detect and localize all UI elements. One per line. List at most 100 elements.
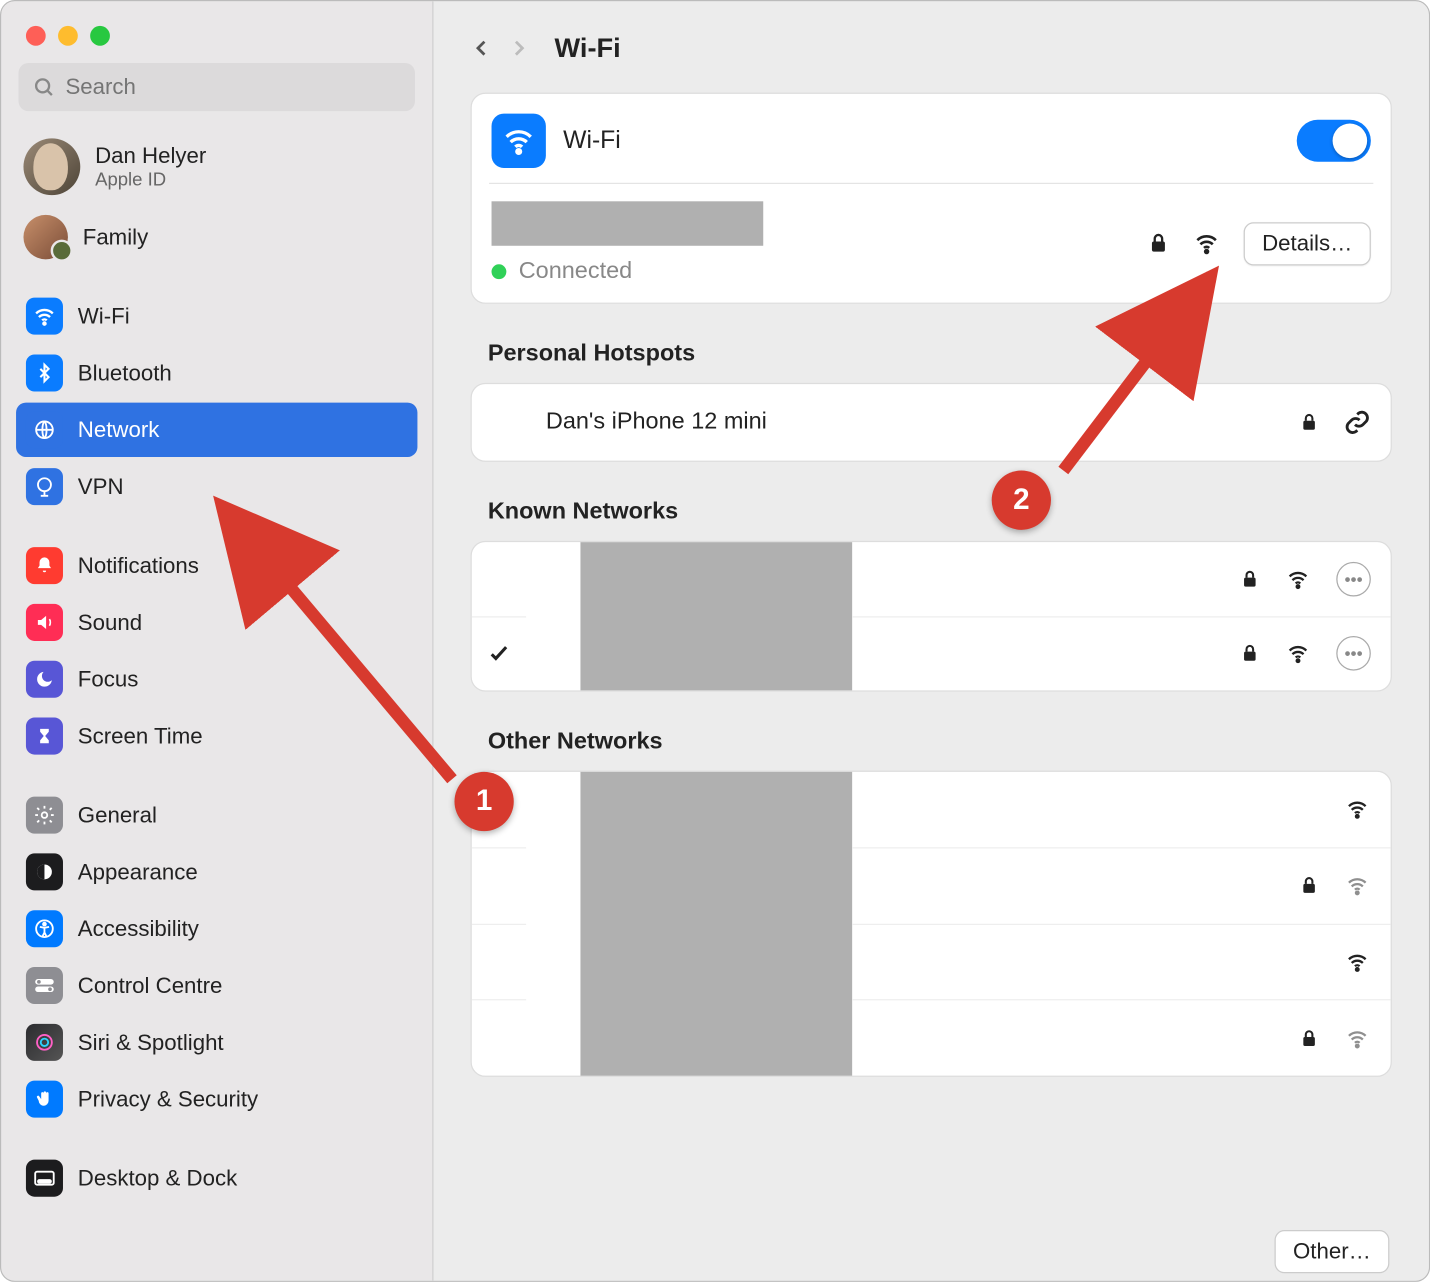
other-network-row[interactable] (852, 848, 1390, 924)
wifi-icon (492, 114, 546, 168)
annotation-badge-2: 2 (992, 471, 1051, 530)
siri-icon (26, 1024, 63, 1061)
lock-icon (1299, 411, 1319, 433)
other-network-row[interactable] (852, 924, 1390, 1000)
sidebar-item-sound[interactable]: Sound (16, 595, 417, 649)
forward-button[interactable] (508, 33, 530, 63)
sidebar: Dan Helyer Apple ID Family Wi-Fi B (1, 1, 433, 1280)
sidebar-item-siri[interactable]: Siri & Spotlight (16, 1015, 417, 1069)
lock-icon (1299, 875, 1319, 897)
sidebar-item-label: General (78, 802, 157, 828)
sidebar-item-label: Accessibility (78, 916, 199, 942)
sidebar-item-wifi[interactable]: Wi-Fi (16, 289, 417, 343)
toggles-icon (26, 967, 63, 1004)
account-name: Dan Helyer (95, 143, 206, 169)
sidebar-item-label: Siri & Spotlight (78, 1029, 224, 1055)
bell-icon (26, 547, 63, 584)
fullscreen-window-button[interactable] (90, 26, 110, 46)
sidebar-item-label: Bluetooth (78, 360, 172, 386)
search-input[interactable] (65, 74, 400, 100)
hotspot-row[interactable]: Dan's iPhone 12 mini (472, 384, 1391, 461)
sidebar-item-focus[interactable]: Focus (16, 652, 417, 706)
lock-icon (1147, 231, 1169, 256)
page-title: Wi-Fi (555, 32, 621, 64)
minimize-window-button[interactable] (58, 26, 78, 46)
sidebar-item-label: Control Centre (78, 973, 223, 999)
search-field[interactable] (19, 63, 415, 111)
sidebar-item-desktop[interactable]: Desktop & Dock (16, 1151, 417, 1205)
checkmark-icon (487, 641, 512, 666)
wifi-signal-icon (1344, 1027, 1371, 1049)
details-button[interactable]: Details… (1244, 222, 1371, 265)
search-icon (33, 76, 55, 98)
wifi-toggle[interactable] (1297, 120, 1371, 162)
account-sub: Apple ID (95, 169, 206, 190)
network-icon (26, 411, 63, 448)
more-options-button[interactable]: ••• (1336, 636, 1371, 671)
vpn-icon (26, 468, 63, 505)
wifi-signal-icon (1192, 231, 1222, 256)
sidebar-item-notifications[interactable]: Notifications (16, 538, 417, 592)
sidebar-item-bluetooth[interactable]: Bluetooth (16, 346, 417, 400)
wifi-signal-icon (1344, 951, 1371, 973)
dock-icon (26, 1160, 63, 1197)
sidebar-item-accessibility[interactable]: Accessibility (16, 902, 417, 956)
lock-icon (1240, 643, 1260, 665)
moon-icon (26, 661, 63, 698)
wifi-signal-icon (1344, 875, 1371, 897)
hand-icon (26, 1081, 63, 1118)
section-title-hotspots: Personal Hotspots (488, 341, 1387, 368)
accessibility-icon (26, 910, 63, 947)
sidebar-item-vpn[interactable]: VPN (16, 459, 417, 513)
connection-status: Connected (519, 258, 633, 285)
sidebar-item-control-centre[interactable]: Control Centre (16, 958, 417, 1012)
sidebar-item-appearance[interactable]: Appearance (16, 845, 417, 899)
known-network-names-redacted (580, 542, 852, 690)
known-network-row[interactable]: ••• (852, 617, 1390, 690)
other-network-row[interactable] (852, 772, 1390, 848)
content-area: Wi-Fi Connected (433, 78, 1428, 1281)
annotation-badge-1: 1 (454, 772, 513, 831)
known-networks-list: ••• ••• (471, 541, 1392, 692)
status-dot-icon (492, 264, 507, 279)
family-row[interactable]: Family (14, 207, 420, 266)
wifi-signal-icon (1284, 568, 1311, 590)
sidebar-item-label: VPN (78, 474, 124, 500)
other-network-names-redacted (580, 772, 852, 1076)
apple-id-row[interactable]: Dan Helyer Apple ID (14, 131, 420, 203)
other-network-row[interactable] (852, 1001, 1390, 1076)
wifi-status-card: Wi-Fi Connected (471, 93, 1392, 304)
sidebar-item-general[interactable]: General (16, 788, 417, 842)
current-network-name-redacted (492, 201, 764, 245)
back-button[interactable] (471, 33, 493, 63)
wifi-signal-icon (1344, 798, 1371, 820)
window-controls (14, 16, 420, 63)
wifi-signal-icon (1284, 643, 1311, 665)
sidebar-item-label: Appearance (78, 859, 198, 885)
sidebar-item-label: Network (78, 417, 160, 443)
wifi-icon (26, 298, 63, 335)
sidebar-item-privacy[interactable]: Privacy & Security (16, 1072, 417, 1126)
titlebar: Wi-Fi (433, 1, 1428, 78)
sidebar-item-screentime[interactable]: Screen Time (16, 709, 417, 763)
bluetooth-icon (26, 354, 63, 391)
sidebar-item-label: Sound (78, 609, 142, 635)
section-title-other: Other Networks (488, 729, 1387, 756)
hourglass-icon (26, 718, 63, 755)
lock-icon (1240, 568, 1260, 590)
sidebar-item-network[interactable]: Network (16, 403, 417, 457)
gear-icon (26, 797, 63, 834)
more-options-button[interactable]: ••• (1336, 562, 1371, 597)
sidebar-item-label: Focus (78, 666, 139, 692)
sidebar-item-label: Desktop & Dock (78, 1165, 237, 1191)
lock-icon (1299, 1027, 1319, 1049)
known-network-row[interactable]: ••• (852, 542, 1390, 617)
other-network-button[interactable]: Other… (1274, 1230, 1389, 1273)
close-window-button[interactable] (26, 26, 46, 46)
sidebar-item-label: Wi-Fi (78, 303, 130, 329)
hotspot-link-icon (1344, 409, 1371, 436)
section-title-known: Known Networks (488, 499, 1387, 526)
sound-icon (26, 604, 63, 641)
avatar (23, 138, 80, 195)
system-settings-window: Dan Helyer Apple ID Family Wi-Fi B (0, 0, 1430, 1282)
